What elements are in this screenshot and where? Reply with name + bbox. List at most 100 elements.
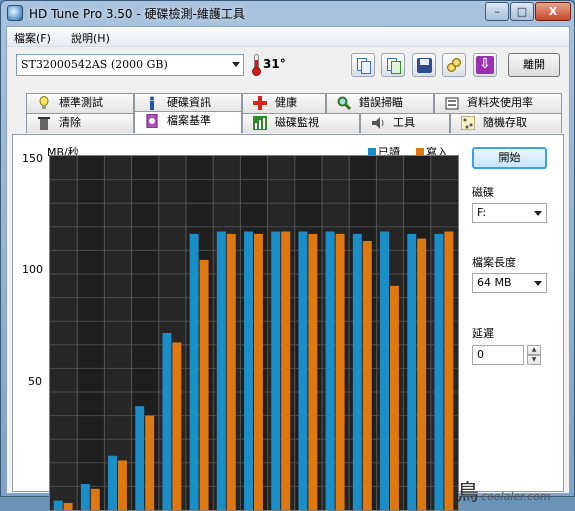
watermark: 鳥 coolaler.com	[457, 475, 551, 507]
minimize-button[interactable]: –	[485, 2, 509, 21]
tab-label: 隨機存取	[483, 116, 527, 129]
read-bar	[80, 484, 90, 510]
folder-icon	[445, 97, 459, 110]
file-benchmark-icon	[146, 114, 158, 128]
read-bar	[380, 231, 390, 510]
chart-background-band	[50, 156, 78, 510]
write-bar	[362, 240, 372, 510]
chevron-down-icon	[232, 62, 240, 67]
tab-health[interactable]: 健康	[242, 93, 326, 113]
tab-label: 錯誤掃瞄	[359, 96, 403, 109]
menu-file[interactable]: 檔案(F)	[14, 30, 51, 46]
read-bar	[162, 333, 172, 510]
read-bar	[325, 231, 335, 510]
write-bar	[172, 342, 182, 510]
speaker-icon	[372, 117, 384, 129]
copy-all-button[interactable]	[381, 53, 405, 77]
spin-down-icon[interactable]: ▼	[527, 355, 541, 365]
info-icon	[150, 96, 154, 110]
copy-info-button[interactable]	[351, 53, 375, 77]
tab-tools[interactable]: 工具	[360, 113, 450, 133]
file-length-select[interactable]: 64 MB	[472, 273, 547, 293]
tab-error-scan[interactable]: 錯誤掃瞄	[326, 93, 434, 113]
health-cross-icon	[253, 96, 267, 110]
write-bar	[444, 231, 454, 510]
disk-select-value: F:	[477, 206, 487, 219]
file-length-label: 檔案長度	[472, 256, 516, 269]
drive-select-value: ST32000542AS (2000 GB)	[21, 58, 168, 71]
write-bar	[90, 488, 100, 510]
read-bar	[298, 231, 308, 510]
delay-input[interactable]: 0	[472, 345, 524, 365]
tab-erase[interactable]: 清除	[26, 113, 134, 133]
start-button[interactable]: 開始	[472, 147, 547, 169]
down-arrow-icon: ⇩	[476, 56, 494, 74]
write-bar	[199, 259, 209, 510]
read-bar	[135, 406, 145, 510]
chart-background-band	[77, 156, 105, 510]
thermometer-icon	[252, 54, 261, 76]
chevron-down-icon	[534, 281, 542, 286]
options-button[interactable]	[442, 53, 466, 77]
disk-select[interactable]: F:	[472, 203, 547, 223]
write-bar	[308, 233, 318, 510]
delay-spinner[interactable]: ▲ ▼	[527, 345, 541, 365]
maximize-button[interactable]: □	[510, 2, 534, 21]
lightbulb-icon	[39, 96, 49, 109]
read-bar	[53, 500, 63, 510]
tab-label: 磁碟監視	[275, 116, 319, 129]
tab-folder-usage[interactable]: 資料夾使用率	[434, 93, 562, 113]
tab-benchmark[interactable]: 標準測試	[26, 93, 134, 113]
monitor-icon	[253, 116, 267, 130]
tab-label: 健康	[275, 96, 297, 109]
read-bar	[108, 455, 118, 510]
title-bar[interactable]: HD Tune Pro 3.50 - 硬碟檢測-維護工具 – □ X	[1, 1, 574, 25]
file-length-select-value: 64 MB	[477, 276, 512, 289]
write-bar	[63, 502, 73, 510]
drive-select[interactable]: ST32000542AS (2000 GB)	[16, 54, 244, 76]
toolbar: ST32000542AS (2000 GB) 31° ⇩ 離開	[7, 48, 569, 86]
tab-label: 資料夾使用率	[467, 96, 533, 109]
tab-label: 標準測試	[59, 96, 103, 109]
write-bar	[254, 233, 263, 510]
tab-disk-monitor[interactable]: 磁碟監視	[242, 113, 360, 133]
magnifier-icon	[337, 96, 351, 110]
temperature-value: 31°	[263, 57, 286, 71]
hdtune-app-icon	[7, 5, 23, 21]
disk-label: 磁碟	[472, 186, 494, 199]
tab-info[interactable]: 硬碟資訊	[134, 93, 242, 113]
tab-label: 硬碟資訊	[167, 96, 211, 109]
tab-label: 清除	[59, 116, 81, 129]
save-button[interactable]	[412, 53, 436, 77]
floppy-disk-icon	[417, 58, 432, 73]
watermark-glyph: 鳥	[457, 481, 480, 506]
y-tick-label: 150	[22, 152, 43, 165]
trash-icon	[38, 117, 50, 130]
close-button[interactable]: X	[535, 2, 571, 21]
tab-random-access[interactable]: 隨機存取	[450, 113, 562, 133]
write-bar	[335, 233, 345, 510]
screenshot-button[interactable]: ⇩	[473, 53, 497, 77]
write-bar	[118, 460, 127, 510]
delay-label: 延遲	[472, 327, 494, 340]
read-bar	[434, 233, 444, 510]
read-bar	[352, 233, 362, 510]
app-window: HD Tune Pro 3.50 - 硬碟檢測-維護工具 – □ X 檔案(F)…	[0, 0, 575, 511]
random-access-icon	[461, 116, 475, 130]
exit-button[interactable]: 離開	[508, 53, 560, 77]
menu-bar: 檔案(F) 說明(H)	[7, 27, 569, 47]
write-bar	[145, 415, 155, 510]
client-area: 檔案(F) 說明(H) ST32000542AS (2000 GB) 31° ⇩…	[6, 26, 570, 511]
read-bar	[244, 231, 254, 510]
write-bar	[226, 233, 236, 510]
chevron-down-icon	[534, 211, 542, 216]
read-bar	[189, 233, 199, 510]
read-bar	[271, 231, 281, 510]
spin-up-icon[interactable]: ▲	[527, 345, 541, 355]
read-bar	[216, 231, 226, 510]
tab-file-benchmark[interactable]: 檔案基準	[134, 111, 242, 133]
write-bar	[281, 231, 291, 510]
window-title: HD Tune Pro 3.50 - 硬碟檢測-維護工具	[29, 7, 245, 21]
tab-label: 檔案基準	[167, 114, 211, 127]
menu-help[interactable]: 說明(H)	[71, 30, 110, 46]
